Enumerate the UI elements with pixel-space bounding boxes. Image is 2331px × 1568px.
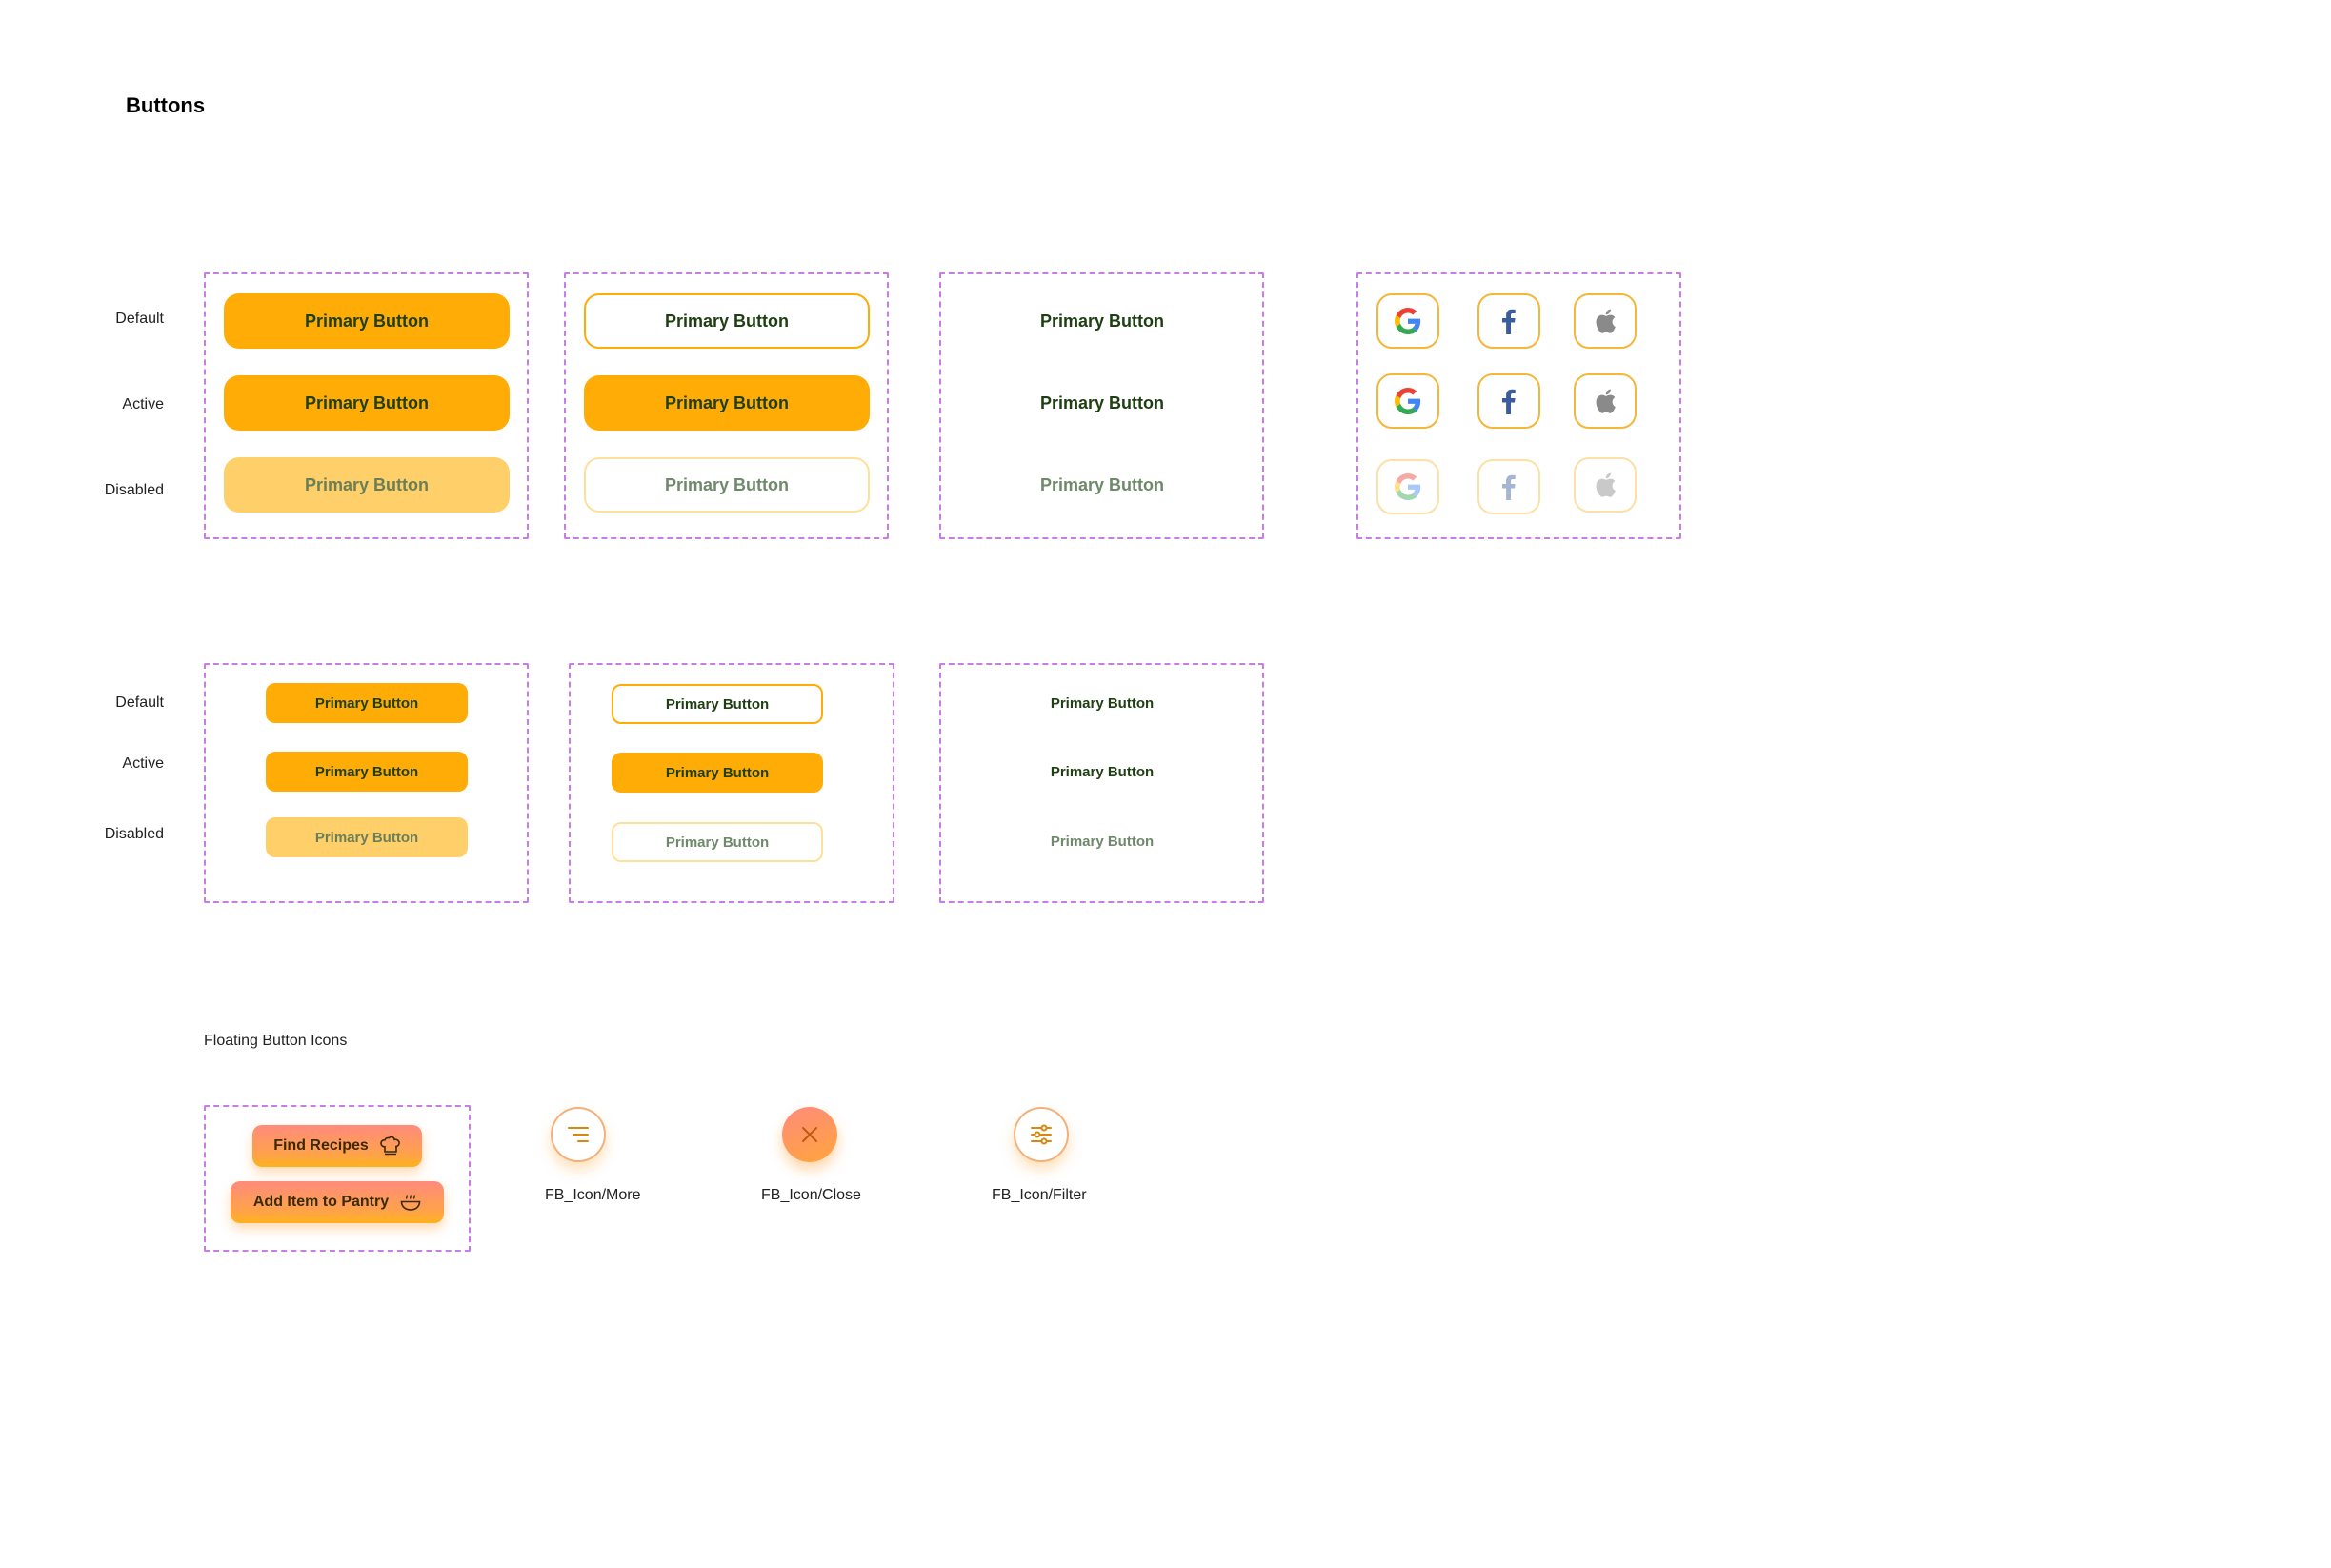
- add-item-to-pantry-button[interactable]: Add Item to Pantry: [231, 1181, 444, 1223]
- page-title: Buttons: [126, 93, 206, 117]
- facebook-icon: [1502, 474, 1516, 500]
- menu-lines-icon: [568, 1127, 589, 1142]
- small-outline-button-disabled[interactable]: Primary Button: [612, 822, 823, 862]
- social-buttons-group: [1356, 272, 1681, 539]
- text-small-group: Primary Button Primary Button Primary Bu…: [939, 663, 1264, 903]
- small-text-button-disabled[interactable]: Primary Button: [1001, 821, 1203, 861]
- google-button-disabled[interactable]: [1376, 459, 1439, 514]
- state-label-disabled-small: Disabled: [104, 826, 164, 842]
- outline-button-default[interactable]: Primary Button: [584, 293, 870, 349]
- state-label-default: Default: [115, 311, 164, 327]
- facebook-button-active[interactable]: [1477, 373, 1540, 429]
- fab-filter-label: FB_Icon/Filter: [992, 1187, 1087, 1203]
- find-recipes-label: Find Recipes: [273, 1137, 369, 1154]
- text-button-disabled[interactable]: Primary Button: [959, 457, 1245, 513]
- filter-sliders-icon: [1031, 1124, 1052, 1145]
- facebook-button-default[interactable]: [1477, 293, 1540, 349]
- primary-button-disabled[interactable]: Primary Button: [224, 457, 510, 513]
- find-recipes-button[interactable]: Find Recipes: [252, 1125, 422, 1167]
- small-primary-button-active[interactable]: Primary Button: [266, 752, 468, 792]
- primary-button-active[interactable]: Primary Button: [224, 375, 510, 431]
- text-button-active[interactable]: Primary Button: [959, 375, 1245, 431]
- close-icon: [802, 1127, 817, 1142]
- google-button-default[interactable]: [1376, 293, 1439, 349]
- outline-small-group: Primary Button Primary Button Primary Bu…: [569, 663, 894, 903]
- facebook-icon: [1502, 309, 1516, 334]
- primary-button-default[interactable]: Primary Button: [224, 293, 510, 349]
- apple-icon: [1596, 389, 1616, 413]
- small-primary-button-default[interactable]: Primary Button: [266, 683, 468, 723]
- text-button-default[interactable]: Primary Button: [959, 293, 1245, 349]
- apple-icon: [1596, 309, 1616, 333]
- small-outline-button-active[interactable]: Primary Button: [612, 753, 823, 793]
- apple-button-disabled[interactable]: [1574, 457, 1637, 513]
- state-label-disabled: Disabled: [104, 482, 164, 498]
- pot-icon: [400, 1195, 421, 1211]
- state-label-active-small: Active: [122, 755, 164, 772]
- small-text-button-default[interactable]: Primary Button: [1001, 683, 1203, 723]
- google-button-active[interactable]: [1376, 373, 1439, 429]
- fab-close-label: FB_Icon/Close: [761, 1187, 861, 1203]
- fab-more-button[interactable]: [551, 1107, 606, 1162]
- filled-small-group: Primary Button Primary Button Primary Bu…: [204, 663, 529, 903]
- state-label-default-small: Default: [115, 694, 164, 711]
- state-label-active: Active: [122, 396, 164, 412]
- apple-button-default[interactable]: [1574, 293, 1637, 349]
- small-outline-button-default[interactable]: Primary Button: [612, 684, 823, 724]
- outline-button-disabled[interactable]: Primary Button: [584, 457, 870, 513]
- facebook-icon: [1502, 389, 1516, 414]
- add-to-pantry-label: Add Item to Pantry: [252, 1194, 390, 1210]
- floating-section-title: Floating Button Icons: [204, 1033, 348, 1049]
- fab-close-button[interactable]: [782, 1107, 837, 1162]
- text-large-group: Primary Button Primary Button Primary Bu…: [939, 272, 1264, 539]
- google-icon: [1395, 308, 1421, 334]
- facebook-button-disabled[interactable]: [1477, 459, 1540, 514]
- outline-large-group: Primary Button Primary Button Primary Bu…: [564, 272, 889, 539]
- floating-pill-group: Find Recipes Add Item to Pantry: [204, 1105, 471, 1252]
- small-primary-button-disabled[interactable]: Primary Button: [266, 817, 468, 857]
- google-icon: [1395, 473, 1421, 500]
- google-icon: [1395, 388, 1421, 414]
- chef-hat-icon: [379, 1136, 400, 1156]
- fab-filter-button[interactable]: [1014, 1107, 1069, 1162]
- apple-button-active[interactable]: [1574, 373, 1637, 429]
- outline-button-active[interactable]: Primary Button: [584, 375, 870, 431]
- filled-large-group: Primary Button Primary Button Primary Bu…: [204, 272, 529, 539]
- small-text-button-active[interactable]: Primary Button: [1001, 752, 1203, 792]
- fab-more-label: FB_Icon/More: [545, 1187, 641, 1203]
- apple-icon: [1596, 472, 1616, 497]
